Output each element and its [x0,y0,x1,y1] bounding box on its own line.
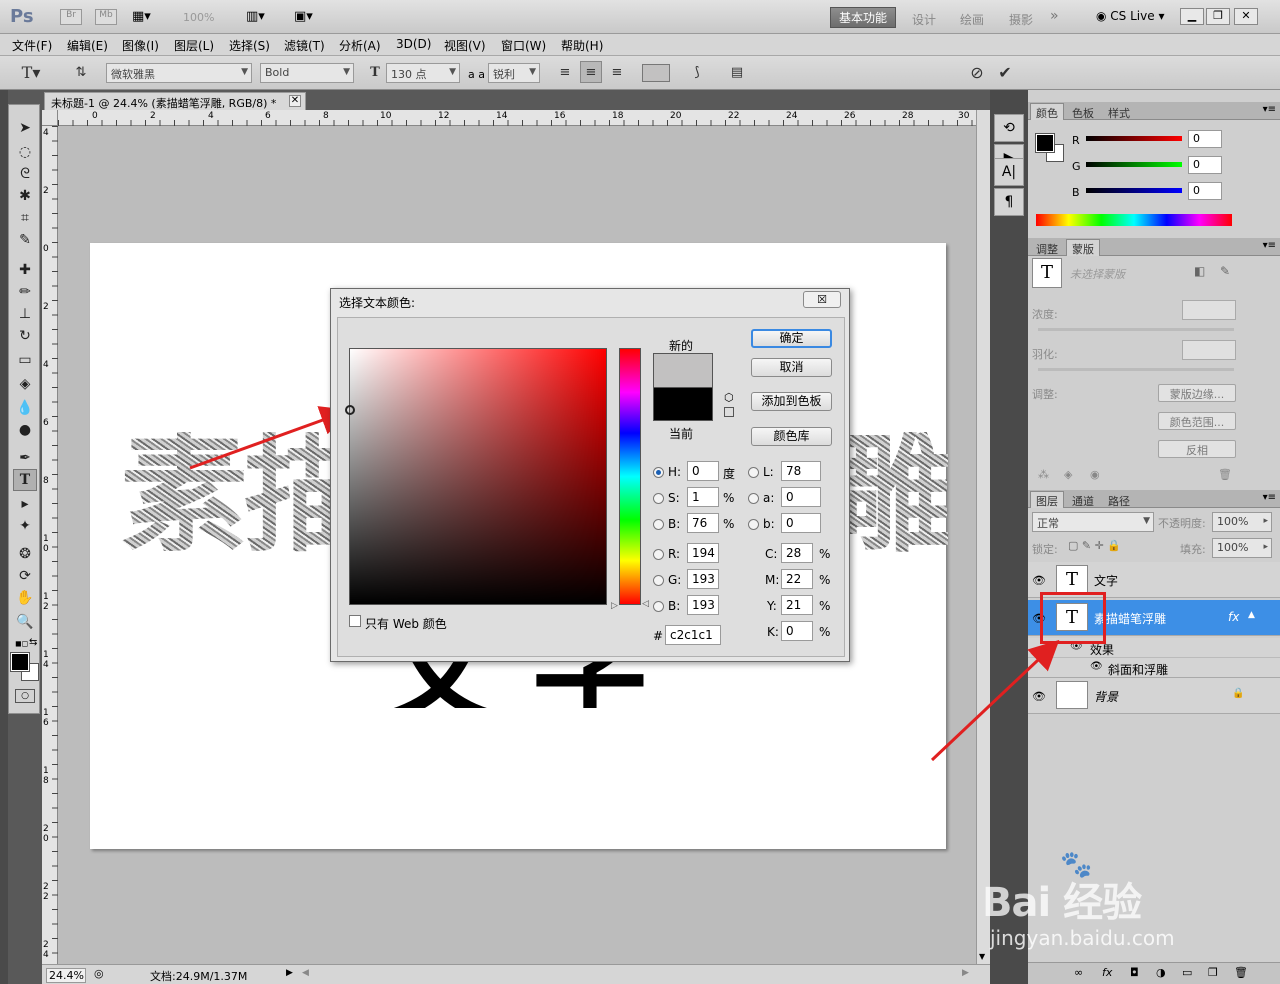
y-field[interactable]: 21 [781,595,813,615]
color-libraries-button[interactable]: 颜色库 [751,427,832,446]
baidu-watermark: Bai 经验 🐾 [982,850,1222,926]
out-of-gamut-icon[interactable]: ⬡ [724,391,734,404]
c-field[interactable]: 28 [781,543,813,563]
arrow-to-color-field [189,406,351,470]
m-unit: % [819,573,831,587]
l-label: L: [763,465,774,479]
g-field[interactable]: 193 [687,569,719,589]
k-field[interactable]: 0 [781,621,813,641]
k-label: K: [767,625,779,639]
lab-b-label: b: [763,517,775,531]
a-field[interactable]: 0 [781,487,821,507]
c-unit: % [819,547,831,561]
foreground-color-swatch[interactable] [10,652,30,672]
s-label: S: [668,491,680,505]
radio-g[interactable]: G: [653,573,681,587]
hue-slider[interactable] [619,348,641,605]
l-field[interactable]: 78 [781,461,821,481]
ok-button[interactable]: 确定 [751,329,832,348]
current-color-label: 当前 [669,427,694,441]
lab-b-field[interactable]: 0 [781,513,821,533]
radio-b[interactable]: B: [653,517,680,531]
radio-lab-b[interactable]: b: [748,517,775,531]
rgb-b-field[interactable]: 193 [687,595,719,615]
radio-indicator [653,600,664,612]
radio-r[interactable]: R: [653,547,680,561]
radio-indicator [653,574,664,586]
a-label: a: [763,491,775,505]
color-picker-marker[interactable] [345,405,355,415]
arrow-to-layer-thumbnail [930,639,1060,762]
h-field[interactable]: 0 [687,461,719,481]
y-label: Y: [767,599,777,613]
paw-logo-icon: 🐾 [1060,850,1093,880]
dialog-close-button[interactable]: ☒ [803,291,841,308]
m-label: M: [765,573,780,587]
s-unit: % [723,491,735,505]
r-label: R: [668,547,681,561]
radio-rgb-b[interactable]: B: [653,599,680,613]
new-color-swatch [653,353,713,387]
radio-indicator [653,518,664,530]
r-field[interactable]: 194 [687,543,719,563]
color-panel-foreground-swatch[interactable] [1035,133,1055,153]
m-field[interactable]: 22 [781,569,813,589]
radio-indicator [653,492,664,504]
k-unit: % [819,625,831,639]
add-to-swatches-button[interactable]: 添加到色板 [751,392,832,411]
b-unit: % [723,517,735,531]
b-label: B: [668,517,681,531]
saturation-brightness-field[interactable] [345,348,607,605]
radio-h[interactable]: H: [653,465,681,479]
dialog-title: 选择文本颜色: [339,296,416,310]
s-field[interactable]: 1 [687,487,719,507]
hex-field[interactable]: c2c1c1 [665,625,721,645]
watermark-url: jingyan.baidu.com [990,926,1175,950]
y-unit: % [819,599,831,613]
radio-indicator [748,466,759,478]
h-label: H: [668,465,682,479]
radio-l[interactable]: L: [748,465,774,479]
cancel-button[interactable]: 取消 [751,358,832,377]
radio-indicator [653,466,664,478]
g-label: G: [668,573,682,587]
radio-s[interactable]: S: [653,491,680,505]
radio-indicator [748,518,759,530]
hue-slider-right-arrow-icon[interactable]: ◁ [642,599,649,609]
hue-slider-left-arrow-icon[interactable]: ▷ [611,601,618,611]
web-only-checkbox[interactable] [349,615,361,627]
hex-label: # [653,629,664,643]
radio-indicator [748,492,759,504]
new-color-label: 新的 [669,339,694,353]
web-only-label: 只有 Web 颜色 [365,617,447,631]
h-unit: 度 [723,467,736,481]
radio-a[interactable]: a: [748,491,774,505]
color-picker-dialog: 选择文本颜色: ☒ ▷ ◁ 新的 当前 ⬡ 确定 取消 添加到色板 颜色库 H:… [330,288,850,662]
web-safe-cube-icon[interactable] [724,407,734,417]
current-color-swatch[interactable] [653,387,713,421]
b-field[interactable]: 76 [687,513,719,533]
radio-indicator [653,548,664,560]
rgb-b-label: B: [668,599,681,613]
c-label: C: [765,547,778,561]
